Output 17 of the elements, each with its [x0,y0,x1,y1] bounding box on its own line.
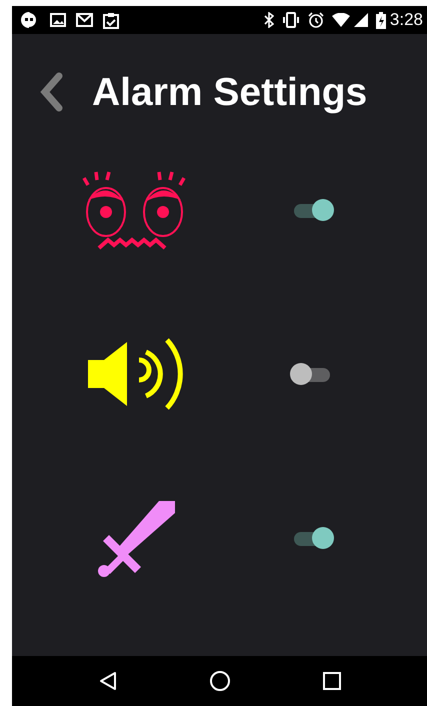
clock-time: 3:28 [390,9,423,32]
vibrate-icon [282,12,300,28]
screen-title: Alarm Settings [92,72,368,112]
chat-icon [20,11,38,29]
mail-icon [76,13,93,27]
back-icon[interactable] [38,72,64,112]
battery-icon [376,12,386,28]
alarm-icon [308,12,324,28]
wifi-icon [332,13,350,27]
image-icon [50,13,66,27]
sword-icon [97,499,177,577]
back-nav-button[interactable] [98,669,118,693]
signal-icon [354,13,368,27]
bluetooth-icon [264,12,274,28]
recents-nav-button[interactable] [323,669,342,693]
home-nav-button[interactable] [209,669,232,693]
clipboard-icon [103,12,119,28]
